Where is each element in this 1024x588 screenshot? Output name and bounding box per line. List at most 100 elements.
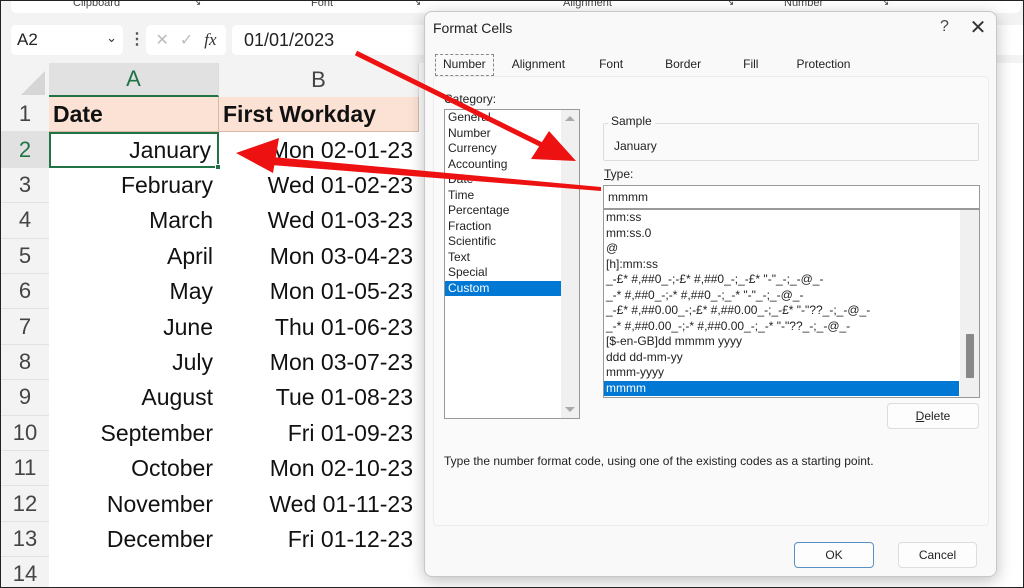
type-item[interactable]: _-* #,##0_-;-* #,##0_-;_-* "-"_-;_-@_-: [604, 288, 959, 304]
tab-fill[interactable]: Fill: [733, 54, 768, 76]
tab-number[interactable]: Number: [435, 54, 494, 76]
help-icon[interactable]: ?: [940, 18, 949, 36]
cell-first-workday[interactable]: Fri 01-09-23: [219, 416, 419, 451]
cell-date[interactable]: January: [49, 132, 219, 168]
category-item[interactable]: Accounting: [445, 157, 572, 173]
scrollbar-thumb[interactable]: [966, 334, 974, 378]
column-header-b[interactable]: B: [219, 63, 419, 97]
cell-first-workday[interactable]: Mon 03-04-23: [219, 239, 419, 274]
select-all-corner[interactable]: [1, 63, 49, 97]
cell-first-workday[interactable]: Thu 01-06-23: [219, 309, 419, 344]
ok-button[interactable]: OK: [794, 542, 874, 568]
row-header-12[interactable]: 12: [1, 486, 49, 522]
type-list[interactable]: mm:ss mm:ss.0 @ [h]:mm:ss _-£* #,##0_-;-£* #…: [603, 209, 980, 398]
tab-border[interactable]: Border: [655, 54, 711, 76]
category-item[interactable]: Fraction: [445, 219, 572, 235]
tab-protection[interactable]: Protection: [786, 54, 860, 76]
cell-first-workday[interactable]: Mon 03-07-23: [219, 345, 419, 380]
type-list-scrollbar[interactable]: [960, 210, 979, 397]
cell-date[interactable]: April: [49, 239, 219, 274]
type-item[interactable]: mm:ss.0: [604, 226, 959, 242]
cell-first-workday[interactable]: Wed 01-11-23: [219, 486, 419, 521]
number-launcher-icon[interactable]: ↘: [881, 1, 889, 8]
category-list[interactable]: General Number Currency Accounting Date Time P…: [444, 109, 580, 419]
type-item[interactable]: [h]:mm:ss: [604, 257, 959, 273]
row-header-8[interactable]: 8: [1, 344, 49, 381]
clipboard-launcher-icon[interactable]: ↘: [193, 1, 201, 8]
column-header-a[interactable]: A: [49, 63, 219, 97]
cell-first-workday[interactable]: Tue 01-08-23: [219, 380, 419, 415]
ribbon-group-alignment: Alignment: [563, 0, 612, 9]
category-item[interactable]: Date: [445, 172, 572, 188]
cell-date[interactable]: November: [49, 486, 219, 521]
cell-first-workday[interactable]: Mon 01-05-23: [219, 274, 419, 309]
select-all-icon: [21, 71, 45, 95]
cell-date[interactable]: July: [49, 345, 219, 380]
category-item[interactable]: Currency: [445, 141, 572, 157]
scroll-up-icon[interactable]: [565, 116, 575, 121]
alignment-launcher-icon[interactable]: ↘: [726, 1, 734, 8]
cell-date[interactable]: September: [49, 416, 219, 451]
row-header-13[interactable]: 13: [1, 521, 49, 558]
row-header-7[interactable]: 7: [1, 309, 49, 345]
row-header-11[interactable]: 11: [1, 451, 49, 487]
cell-first-workday[interactable]: Wed 01-02-23: [219, 168, 419, 203]
name-box-value: A2: [17, 30, 38, 49]
type-item[interactable]: [$-en-GB]dd mmmm yyyy: [604, 334, 959, 350]
insert-function-icon[interactable]: fx: [204, 30, 216, 50]
category-item[interactable]: General: [445, 110, 572, 126]
cell-first-workday[interactable]: Mon 02-01-23: [219, 132, 419, 167]
category-scrollbar[interactable]: [561, 110, 579, 418]
tab-alignment[interactable]: Alignment: [502, 54, 575, 76]
type-item[interactable]: mm:ss: [604, 210, 959, 226]
row-header-10[interactable]: 10: [1, 415, 49, 451]
cell-date[interactable]: May: [49, 274, 219, 309]
more-options-icon[interactable]: ⋮: [129, 29, 145, 49]
row-header-2[interactable]: 2: [1, 132, 49, 168]
row-header-5[interactable]: 5: [1, 238, 49, 274]
category-label: Category:: [444, 92, 497, 106]
row-header-1[interactable]: 1: [1, 97, 49, 133]
category-item[interactable]: Custom: [445, 280, 572, 296]
category-item[interactable]: Number: [445, 126, 572, 142]
confirm-entry-icon[interactable]: ✓: [180, 30, 193, 50]
chevron-down-icon[interactable]: ⌄: [106, 30, 117, 46]
header-cell-first-workday[interactable]: First Workday: [219, 97, 419, 133]
cancel-entry-icon[interactable]: ✕: [155, 30, 168, 50]
header-cell-date[interactable]: Date: [49, 97, 219, 133]
cell-date[interactable]: June: [49, 309, 219, 344]
font-launcher-icon[interactable]: ↘: [413, 1, 421, 8]
cancel-button[interactable]: Cancel: [898, 542, 977, 568]
cell-date[interactable]: August: [49, 380, 219, 415]
row-header-4[interactable]: 4: [1, 203, 49, 239]
row-header-14[interactable]: 14: [1, 557, 49, 587]
category-item[interactable]: Percentage: [445, 203, 572, 219]
type-item[interactable]: @: [604, 241, 959, 257]
category-item[interactable]: Scientific: [445, 234, 572, 250]
type-item[interactable]: mmmm: [604, 380, 959, 396]
cell-first-workday[interactable]: Fri 01-12-23: [219, 522, 419, 557]
cell-date[interactable]: October: [49, 451, 219, 486]
close-icon[interactable]: ✕: [965, 14, 991, 40]
cell-first-workday[interactable]: Mon 02-10-23: [219, 451, 419, 486]
tab-font[interactable]: Font: [589, 54, 633, 76]
row-header-6[interactable]: 6: [1, 274, 49, 310]
row-header-9[interactable]: 9: [1, 380, 49, 416]
cell-date[interactable]: March: [49, 203, 219, 238]
type-item[interactable]: _-* #,##0.00_-;-* #,##0.00_-;_-* "-"??_-…: [604, 319, 959, 335]
category-item[interactable]: Text: [445, 250, 572, 266]
category-item[interactable]: Time: [445, 188, 572, 204]
delete-button[interactable]: Delete: [887, 403, 979, 429]
type-item[interactable]: _-£* #,##0_-;-£* #,##0_-;_-£* "-"_-;_-@_…: [604, 272, 959, 288]
category-item[interactable]: Special: [445, 265, 572, 281]
type-item[interactable]: mmm-yyyy: [604, 365, 959, 381]
type-item[interactable]: _-£* #,##0.00_-;-£* #,##0.00_-;_-£* "-"?…: [604, 303, 959, 319]
cell-first-workday[interactable]: Wed 01-03-23: [219, 203, 419, 238]
row-header-3[interactable]: 3: [1, 167, 49, 204]
cell-date[interactable]: February: [49, 168, 219, 203]
cell-date[interactable]: December: [49, 522, 219, 557]
name-box[interactable]: A2 ⌄: [11, 25, 123, 55]
type-item[interactable]: ddd dd-mm-yy: [604, 350, 959, 366]
scroll-down-icon[interactable]: [565, 407, 575, 412]
type-input[interactable]: [603, 185, 980, 209]
